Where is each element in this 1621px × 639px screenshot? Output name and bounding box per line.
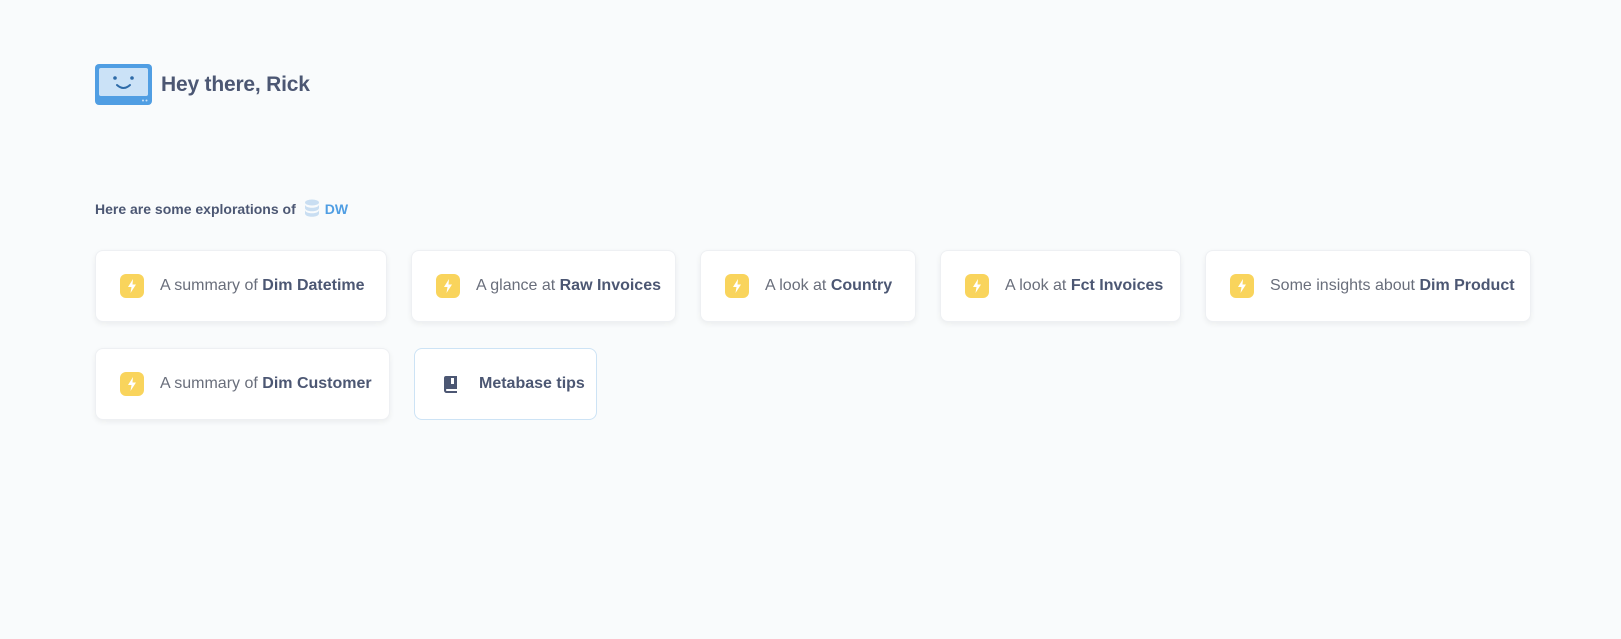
exploration-prefix: A summary of xyxy=(160,277,258,294)
exploration-card[interactable]: A summary of Dim Customer xyxy=(95,348,390,420)
exploration-entity: Dim Datetime xyxy=(262,277,365,294)
greeting-text: Hey there, Rick xyxy=(161,72,310,96)
smiling-monitor-icon xyxy=(95,64,152,105)
exploration-card[interactable]: Some insights about Dim Product xyxy=(1205,250,1531,322)
exploration-prefix: A look at xyxy=(765,277,827,294)
bolt-icon xyxy=(965,274,989,298)
bolt-icon xyxy=(1230,274,1254,298)
greeting: Hey there, Rick xyxy=(95,64,310,105)
exploration-label: Some insights about Dim Product xyxy=(1270,277,1515,295)
bolt-icon xyxy=(725,274,749,298)
exploration-card[interactable]: A look at Country xyxy=(700,250,916,322)
exploration-card[interactable]: A summary of Dim Datetime xyxy=(95,250,387,322)
book-icon xyxy=(439,372,463,396)
exploration-entity: Dim Customer xyxy=(262,375,372,392)
bolt-icon xyxy=(120,274,144,298)
exploration-prefix: Some insights about xyxy=(1270,277,1415,294)
exploration-prefix: A glance at xyxy=(476,277,556,294)
exploration-label: A look at Fct Invoices xyxy=(1005,277,1163,295)
database-link[interactable]: DW xyxy=(304,199,348,218)
exploration-prefix: A look at xyxy=(1005,277,1067,294)
exploration-card[interactable]: A look at Fct Invoices xyxy=(940,250,1181,322)
exploration-entity: Country xyxy=(830,277,893,294)
exploration-card[interactable]: A glance at Raw Invoices xyxy=(411,250,676,322)
exploration-entity: Fct Invoices xyxy=(1070,277,1164,294)
database-icon xyxy=(304,199,319,217)
explorations-intro: Here are some explorations of xyxy=(95,200,296,217)
database-name: DW xyxy=(324,200,349,217)
exploration-label: A summary of Dim Datetime xyxy=(160,277,365,295)
exploration-prefix: A summary of xyxy=(160,375,258,392)
exploration-label: A glance at Raw Invoices xyxy=(476,277,661,295)
bolt-icon xyxy=(120,372,144,396)
bolt-icon xyxy=(436,274,460,298)
metabase-tips-label: Metabase tips xyxy=(479,375,585,392)
explorations-heading: Here are some explorations of DW xyxy=(95,199,348,218)
exploration-label: A look at Country xyxy=(765,277,892,295)
exploration-label: A summary of Dim Customer xyxy=(160,375,372,393)
exploration-entity: Dim Product xyxy=(1419,277,1515,294)
exploration-entity: Raw Invoices xyxy=(559,277,661,294)
metabase-tips-card[interactable]: Metabase tips xyxy=(414,348,597,420)
